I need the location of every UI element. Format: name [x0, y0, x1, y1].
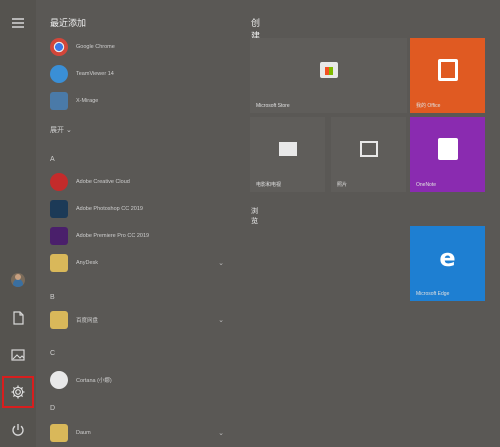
list-item[interactable]: Cortana (小娜) [50, 368, 230, 392]
sidebar-strip [0, 0, 36, 447]
tile-label: Microsoft Store [256, 103, 290, 109]
tile-group-header-browse: 浏览 [251, 208, 258, 225]
folder-icon [50, 424, 68, 442]
onenote-icon [437, 137, 458, 160]
section-letter-d[interactable]: D [50, 405, 55, 412]
folder-icon [50, 254, 68, 272]
tile-label: Microsoft Edge [416, 291, 450, 297]
app-name: 百度网盘 [76, 318, 99, 324]
chrome-icon [50, 38, 68, 56]
tile-label: 我的 Office [416, 103, 441, 109]
office-icon [437, 58, 458, 81]
gear-icon [11, 385, 25, 399]
list-item[interactable]: TeamViewer 14 [50, 62, 230, 86]
list-item[interactable]: Daum ⌄ [50, 421, 230, 445]
expand-link[interactable]: 展开 ⌄ [50, 125, 72, 135]
creative-cloud-icon [50, 173, 68, 191]
list-item[interactable]: Adobe Photoshop CC 2019 [50, 197, 230, 221]
tile-label: OneNote [416, 182, 437, 188]
app-name: Cortana (小娜) [76, 378, 112, 384]
tile-microsoft-store[interactable]: Microsoft Store [250, 38, 407, 113]
pictures-button[interactable] [3, 340, 33, 370]
app-name: AnyDesk [76, 260, 99, 266]
document-icon [13, 311, 24, 325]
photoshop-icon [50, 200, 68, 218]
premiere-icon [50, 227, 68, 245]
recent-header: 最近添加 [50, 18, 87, 28]
app-name: Adobe Creative Cloud [76, 179, 130, 185]
user-avatar[interactable] [3, 265, 33, 295]
tile-edge[interactable]: e Microsoft Edge [410, 226, 485, 301]
list-item[interactable]: 百度网盘 ⌄ [50, 308, 230, 332]
store-icon [319, 61, 338, 78]
chevron-down-icon: ⌄ [218, 317, 224, 324]
app-name: X-Mirage [76, 98, 99, 104]
tile-onenote[interactable]: OneNote [410, 117, 485, 192]
edge-icon: e [439, 243, 456, 272]
tile-movies[interactable]: 电影和电视 [250, 117, 325, 192]
avatar [11, 273, 25, 287]
tile-photos[interactable]: 照片 [331, 117, 406, 192]
tile-office[interactable]: 我的 Office [410, 38, 485, 113]
power-icon [12, 424, 24, 436]
app-name: Daum [76, 430, 91, 436]
list-item[interactable]: AnyDesk ⌄ [50, 251, 230, 275]
app-list: 最近添加 Google Chrome TeamViewer 14 X-Mirag… [46, 0, 236, 447]
app-name: TeamViewer 14 [76, 71, 114, 77]
folder-icon [50, 311, 68, 329]
app-name: Google Chrome [76, 44, 115, 50]
documents-button[interactable] [3, 303, 33, 333]
app-name: Adobe Photoshop CC 2019 [76, 206, 143, 212]
section-letter-b[interactable]: B [50, 294, 55, 301]
app-name: Adobe Premiere Pro CC 2019 [76, 233, 150, 239]
list-item[interactable]: Google Chrome [50, 35, 230, 59]
picture-icon [11, 349, 25, 361]
photo-icon [359, 140, 378, 157]
settings-button[interactable] [2, 376, 34, 408]
menu-button[interactable] [3, 8, 33, 38]
list-item[interactable]: Adobe Premiere Pro CC 2019 [50, 224, 230, 248]
cortana-icon [50, 371, 68, 389]
tile-label: 照片 [337, 182, 348, 188]
list-item[interactable]: X-Mirage [50, 89, 230, 113]
tile-label: 电影和电视 [256, 182, 282, 188]
chevron-down-icon: ⌄ [218, 430, 224, 437]
film-icon [278, 141, 297, 156]
section-letter-c[interactable]: C [50, 350, 55, 357]
hamburger-icon [12, 18, 24, 28]
chevron-down-icon: ⌄ [218, 260, 224, 267]
section-letter-a[interactable]: A [50, 156, 55, 163]
teamviewer-icon [50, 65, 68, 83]
x-mirage-icon [50, 92, 68, 110]
power-button[interactable] [3, 415, 33, 445]
list-item[interactable]: Adobe Creative Cloud [50, 170, 230, 194]
